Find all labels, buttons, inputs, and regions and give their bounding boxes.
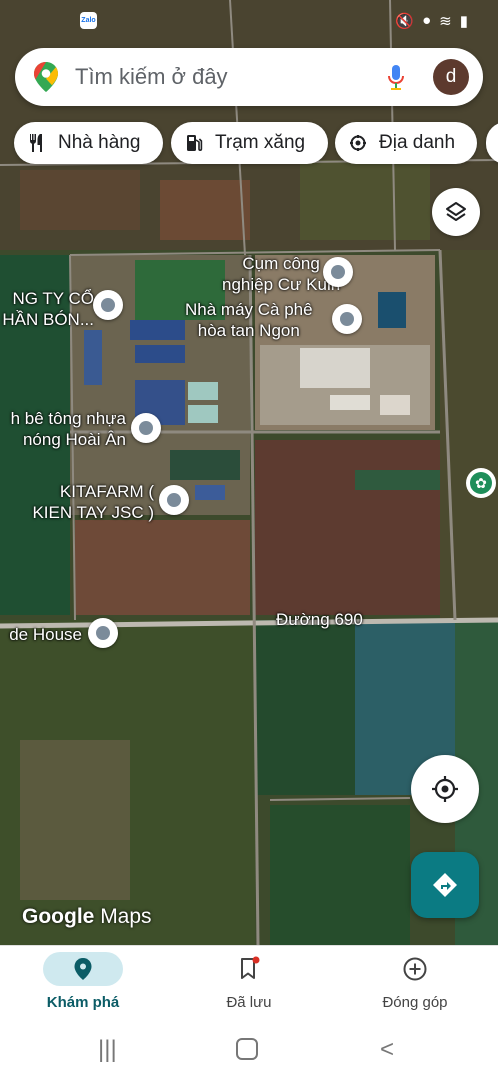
my-location-button[interactable]: [411, 755, 479, 823]
park-marker-icon[interactable]: ✿: [466, 468, 496, 498]
tab-label: Khám phá: [46, 994, 120, 1011]
chip-label: Trạm xăng: [215, 132, 306, 153]
search-placeholder[interactable]: Tìm kiếm ở đây: [75, 64, 228, 90]
directions-button[interactable]: [411, 852, 479, 918]
tab-contribute[interactable]: Đóng góp: [332, 946, 498, 1023]
location-icon: ●: [422, 12, 432, 29]
place-label-line: nóng Hoài Ân: [22, 430, 126, 449]
place-label-house[interactable]: de House: [0, 624, 82, 645]
place-label-line: h bê tông nhựa: [10, 409, 126, 428]
place-label-nha-may-ca-phe[interactable]: Nhà máy Cà phê hòa tan Ngon: [185, 299, 313, 341]
chip-label: Nhà hàng: [58, 132, 141, 153]
google-wordmark: Google: [22, 905, 95, 928]
zalo-notification-icon: Zalo: [80, 12, 97, 29]
google-maps-pin-icon: [34, 62, 58, 92]
place-label-line: hòa tan Ngon: [197, 321, 300, 340]
landmark-icon: [347, 132, 369, 154]
add-circle-icon: [375, 952, 455, 986]
place-marker-icon[interactable]: [323, 257, 353, 287]
restaurant-icon: [26, 132, 48, 154]
place-marker-icon[interactable]: [88, 618, 118, 648]
place-marker-icon[interactable]: [332, 304, 362, 334]
place-label-be-tong-nhua[interactable]: h bê tông nhựa nóng Hoài Ân: [0, 408, 126, 450]
bookmark-icon: [209, 952, 289, 986]
place-marker-icon[interactable]: [159, 485, 189, 515]
chip-restaurants[interactable]: Nhà hàng: [14, 122, 163, 164]
layers-icon: [446, 202, 466, 221]
map-view[interactable]: Zalo 🔇 ● ≋ ▮ Tìm kiếm ở đây d Nhà hàng T…: [0, 0, 498, 945]
account-avatar[interactable]: d: [433, 59, 469, 95]
wifi-icon: ≋: [439, 13, 452, 30]
chip-gas-stations[interactable]: Trạm xăng: [171, 122, 328, 164]
recent-apps-icon[interactable]: |||: [98, 1036, 117, 1064]
place-label-cong-ty-phan-bon[interactable]: NG TY CỔ HẦN BÓN...: [0, 288, 94, 330]
maps-wordmark: Maps: [100, 905, 152, 928]
directions-icon: [433, 873, 457, 897]
mute-icon: 🔇: [395, 13, 415, 30]
status-bar: Zalo 🔇 ● ≋ ▮: [0, 0, 498, 44]
layers-button[interactable]: [432, 188, 480, 236]
explore-pin-icon: [43, 952, 123, 986]
status-icons: 🔇 ● ≋ ▮: [395, 12, 468, 30]
chip-label: Địa danh: [379, 132, 456, 153]
road-label: Đường 690: [276, 610, 363, 629]
search-bar[interactable]: Tìm kiếm ở đây d: [15, 48, 483, 106]
battery-icon: ▮: [459, 13, 468, 30]
place-label-line: KITAFARM (: [59, 482, 154, 501]
place-label-kitafarm[interactable]: KITAFARM ( KIEN TAY JSC ): [14, 481, 154, 523]
home-icon[interactable]: [236, 1038, 258, 1060]
back-icon[interactable]: <: [380, 1036, 394, 1064]
google-maps-attribution: Google Maps: [22, 905, 152, 929]
tab-label: Đã lưu: [226, 994, 272, 1011]
place-label-line: de House: [9, 625, 82, 644]
bottom-navigation: Khám phá Đã lưu Đóng góp: [0, 945, 498, 1023]
place-label-line: KIEN TAY JSC ): [32, 503, 154, 522]
gas-station-icon: [183, 132, 205, 154]
place-label-line: NG TY CỔ: [12, 289, 94, 308]
chip-landmarks[interactable]: Địa danh: [335, 122, 477, 164]
place-marker-icon[interactable]: [93, 290, 123, 320]
tab-explore[interactable]: Khám phá: [0, 946, 166, 1023]
place-label-line: Nhà máy Cà phê: [185, 300, 313, 319]
tab-saved[interactable]: Đã lưu: [166, 946, 332, 1023]
place-marker-icon[interactable]: [131, 413, 161, 443]
place-label-line: nghiệp Cư Kuin: [222, 275, 341, 294]
crosshair-icon: [432, 776, 458, 802]
tab-label: Đóng góp: [382, 994, 448, 1011]
place-label-line: HẦN BÓN...: [2, 310, 94, 329]
system-navigation-bar: ||| <: [0, 1022, 498, 1080]
mic-icon[interactable]: [387, 64, 405, 92]
